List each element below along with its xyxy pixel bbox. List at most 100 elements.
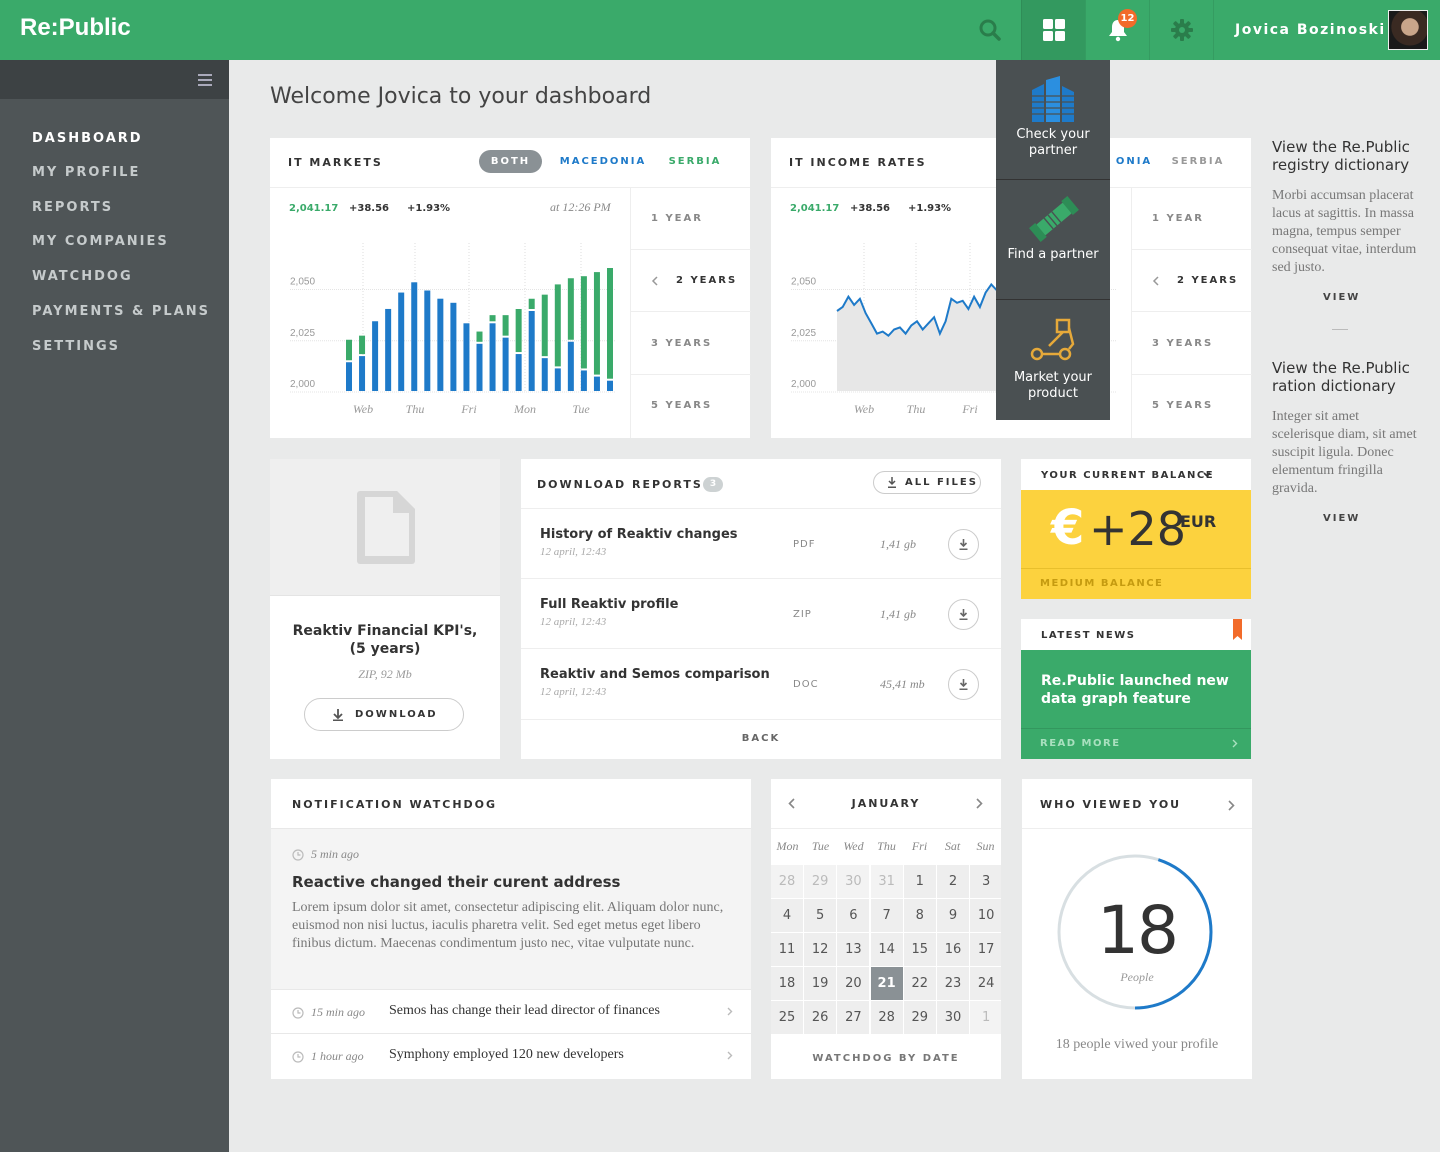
chevron-down-icon[interactable] bbox=[1203, 472, 1211, 478]
calendar-date[interactable]: 24 bbox=[970, 967, 1001, 1000]
range-1-year[interactable]: 1 YEAR bbox=[631, 188, 751, 250]
featured-notification[interactable]: 5 min ago Reactive changed their curent … bbox=[271, 828, 751, 989]
calendar-date[interactable]: 14 bbox=[870, 933, 903, 966]
report-download-button[interactable] bbox=[948, 599, 979, 630]
calendar-date[interactable]: 28 bbox=[771, 865, 803, 898]
bar-macedonia bbox=[424, 290, 431, 391]
report-row[interactable]: Full Reaktiv profile 12 april, 12:43 ZIP… bbox=[521, 578, 1001, 648]
sidebar-item-dashboard[interactable]: DASHBOARD bbox=[32, 131, 143, 146]
calendar-date[interactable]: 12 bbox=[804, 933, 837, 966]
search-button[interactable] bbox=[958, 0, 1022, 60]
range-2-years[interactable]: 2 YEARS bbox=[631, 250, 751, 312]
calendar-date[interactable]: 2 bbox=[937, 865, 969, 898]
range-5-years[interactable]: 5 YEARS bbox=[631, 375, 751, 437]
sidebar-item-reports[interactable]: REPORTS bbox=[32, 200, 113, 215]
calendar-date[interactable]: 26 bbox=[804, 1001, 837, 1034]
report-row[interactable]: Reaktiv and Semos comparison 12 april, 1… bbox=[521, 648, 1001, 718]
calendar-date[interactable]: 5 bbox=[804, 899, 837, 932]
calendar-date[interactable]: 8 bbox=[903, 899, 936, 932]
page-title: Welcome Jovica to your dashboard bbox=[270, 84, 652, 109]
range-5-years[interactable]: 5 YEARS bbox=[1132, 375, 1252, 437]
top-bar: Re:Public 12 Jovica Bozinoski bbox=[0, 0, 1440, 60]
download-button[interactable]: DOWNLOAD bbox=[304, 698, 464, 731]
calendar-date[interactable]: 17 bbox=[970, 933, 1001, 966]
sidebar-item-settings[interactable]: SETTINGS bbox=[32, 339, 120, 354]
chevron-right-icon bbox=[727, 1007, 733, 1016]
balance-label[interactable]: YOUR CURRENT BALANCE bbox=[1041, 470, 1214, 481]
report-row[interactable]: History of Reaktiv changes 12 april, 12:… bbox=[521, 508, 1001, 578]
filter-serbia[interactable]: SERBIA bbox=[665, 150, 725, 173]
calendar-date[interactable]: 29 bbox=[903, 1001, 936, 1034]
sidebar-item-my-companies[interactable]: MY COMPANIES bbox=[32, 234, 169, 249]
chevron-right-icon[interactable] bbox=[976, 798, 983, 809]
dropdown-find-partner[interactable]: Find a partner bbox=[996, 180, 1110, 300]
filter-serbia[interactable]: SERBIA bbox=[1168, 150, 1228, 173]
sidebar-item-my-profile[interactable]: MY PROFILE bbox=[32, 165, 140, 180]
all-files-button[interactable]: ALL FILES bbox=[873, 471, 981, 494]
calendar-date[interactable]: 11 bbox=[771, 933, 803, 966]
dropdown-market-product[interactable]: Market your product bbox=[996, 300, 1110, 420]
calendar-date[interactable]: 22 bbox=[903, 967, 936, 1000]
bar-macedonia bbox=[528, 311, 535, 391]
news-panel[interactable]: Re.Public launched new data graph featur… bbox=[1021, 650, 1251, 759]
calendar-date[interactable]: 16 bbox=[937, 933, 969, 966]
avatar[interactable] bbox=[1388, 10, 1428, 50]
calendar-date[interactable]: 23 bbox=[937, 967, 969, 1000]
calendar-date[interactable]: 3 bbox=[970, 865, 1001, 898]
block-title[interactable]: View the Re.Public registry dictionary bbox=[1272, 138, 1422, 174]
calendar-date[interactable]: 10 bbox=[970, 899, 1001, 932]
user-name[interactable]: Jovica Bozinoski bbox=[1235, 22, 1386, 38]
calendar-date[interactable]: 28 bbox=[870, 1001, 903, 1034]
sidebar-item-watchdog[interactable]: WATCHDOG bbox=[32, 269, 133, 284]
sidebar-item-payments[interactable]: PAYMENTS & PLANS bbox=[32, 304, 210, 319]
calendar-footer[interactable]: WATCHDOG BY DATE bbox=[771, 1053, 1001, 1064]
calendar-date[interactable]: 21 bbox=[870, 967, 903, 1000]
sidebar: DASHBOARD MY PROFILE REPORTS MY COMPANIE… bbox=[0, 60, 229, 1152]
calendar-date[interactable]: 9 bbox=[937, 899, 969, 932]
calendar-date[interactable]: 13 bbox=[837, 933, 870, 966]
x-tick-label: Web bbox=[353, 402, 373, 416]
back-button[interactable]: BACK bbox=[521, 719, 1001, 759]
view-link[interactable]: VIEW bbox=[1323, 513, 1360, 524]
dropdown-check-partner[interactable]: Check your partner bbox=[996, 60, 1110, 180]
calendar-date[interactable]: 1 bbox=[970, 1001, 1001, 1034]
report-download-button[interactable] bbox=[948, 529, 979, 560]
filter-both[interactable]: BOTH bbox=[479, 150, 542, 173]
calendar-date[interactable]: 4 bbox=[771, 899, 803, 932]
calendar-date[interactable]: 30 bbox=[937, 1001, 969, 1034]
apps-button[interactable] bbox=[1021, 0, 1085, 60]
calendar-date[interactable]: 18 bbox=[771, 967, 803, 1000]
chevron-right-icon[interactable] bbox=[1228, 800, 1235, 811]
read-more-link[interactable]: READ MORE bbox=[1040, 738, 1121, 749]
range-2-years[interactable]: 2 YEARS bbox=[1132, 250, 1252, 312]
range-1-year[interactable]: 1 YEAR bbox=[1132, 188, 1252, 250]
bar-serbia bbox=[359, 335, 366, 355]
range-list: 1 YEAR 2 YEARS 3 YEARS 5 YEARS bbox=[630, 188, 751, 438]
calendar-date[interactable]: 6 bbox=[837, 899, 870, 932]
report-download-button[interactable] bbox=[948, 669, 979, 700]
hamburger-icon[interactable] bbox=[198, 74, 212, 86]
range-3-years[interactable]: 3 YEARS bbox=[631, 313, 751, 375]
filter-macedonia[interactable]: ONIA bbox=[1109, 150, 1159, 173]
filter-macedonia[interactable]: MACEDONIA bbox=[554, 150, 652, 173]
calendar-date[interactable]: 31 bbox=[870, 865, 903, 898]
block-title[interactable]: View the Re.Public ration dictionary bbox=[1272, 359, 1422, 395]
calendar-date[interactable]: 25 bbox=[771, 1001, 803, 1034]
calendar-date[interactable]: 29 bbox=[804, 865, 837, 898]
logo[interactable]: Re:Public bbox=[20, 14, 131, 42]
calendar-date[interactable]: 7 bbox=[870, 899, 903, 932]
view-link[interactable]: VIEW bbox=[1323, 292, 1360, 303]
y-tick-label: 2,025 bbox=[791, 328, 816, 339]
calendar-date[interactable]: 27 bbox=[837, 1001, 870, 1034]
notification-row[interactable]: 1 hour ago Symphony employed 120 new dev… bbox=[271, 1033, 751, 1079]
notification-row[interactable]: 15 min ago Semos has change their lead d… bbox=[271, 989, 751, 1033]
settings-button[interactable] bbox=[1149, 0, 1213, 60]
calendar-date[interactable]: 20 bbox=[837, 967, 870, 1000]
calendar-date[interactable]: 15 bbox=[903, 933, 936, 966]
calendar-date[interactable]: 1 bbox=[903, 865, 936, 898]
chevron-right-icon[interactable] bbox=[1232, 739, 1238, 748]
range-3-years[interactable]: 3 YEARS bbox=[1132, 313, 1252, 375]
calendar-date[interactable]: 30 bbox=[837, 865, 870, 898]
notifications-button[interactable] bbox=[1085, 0, 1149, 60]
calendar-date[interactable]: 19 bbox=[804, 967, 837, 1000]
